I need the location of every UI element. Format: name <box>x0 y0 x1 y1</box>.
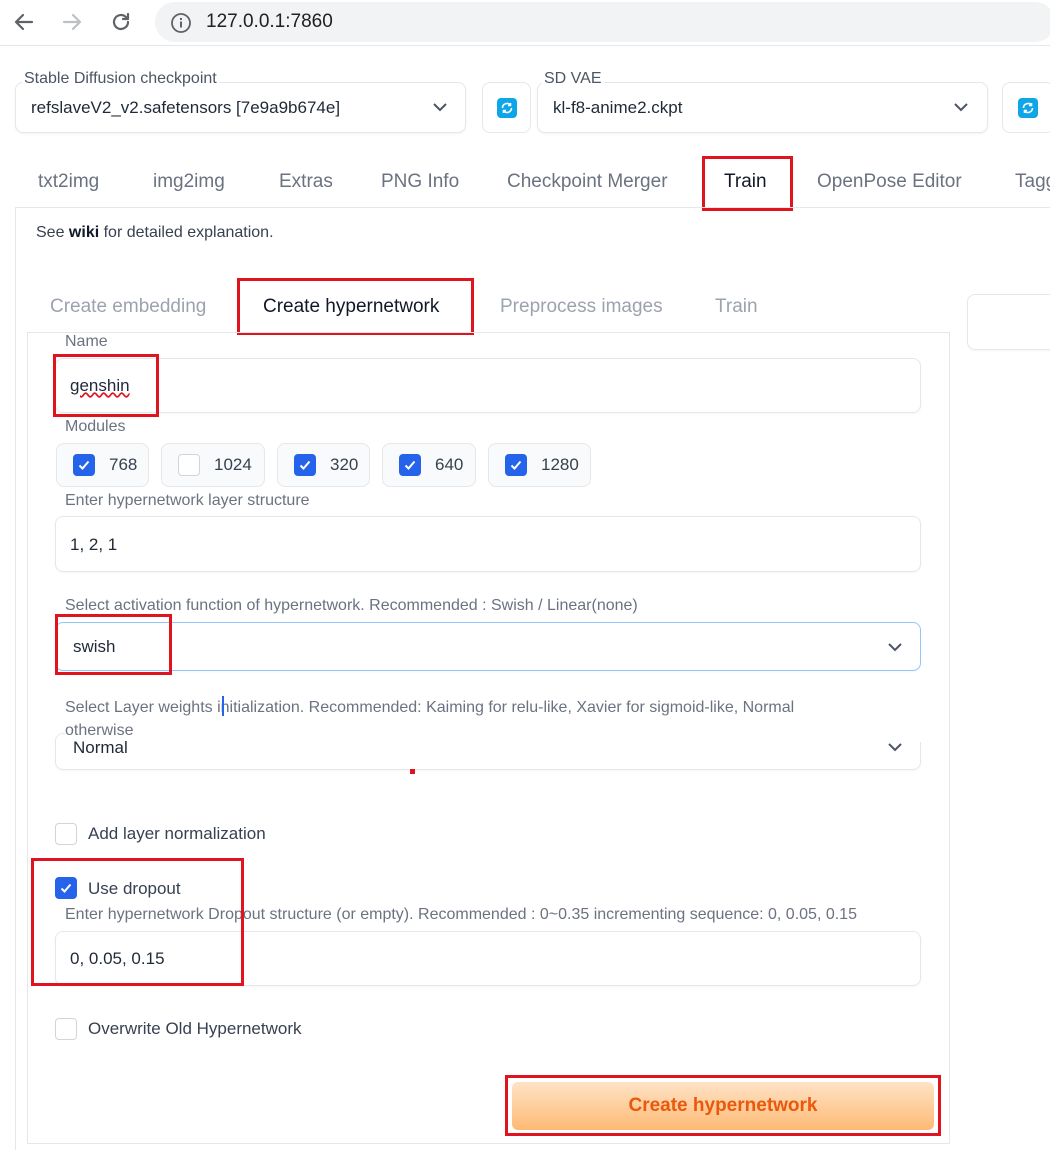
tab-tagger[interactable]: Tagg <box>1015 171 1050 193</box>
module-1024-label: 1024 <box>214 455 252 474</box>
checkbox-640[interactable] <box>399 454 421 476</box>
checkpoint-label: Stable Diffusion checkpoint <box>22 70 219 88</box>
wiki-link[interactable]: wiki <box>69 224 99 241</box>
init-value: Normal <box>73 738 128 757</box>
module-640[interactable]: 640 <box>382 443 476 487</box>
create-button-highlight <box>505 1075 941 1136</box>
chevron-down-icon <box>432 100 448 119</box>
train-tab-highlight <box>702 156 793 211</box>
tab-checkpoint-merger[interactable]: Checkpoint Merger <box>507 171 668 193</box>
tab-png-info[interactable]: PNG Info <box>381 171 459 193</box>
info-icon[interactable] <box>170 12 192 39</box>
back-arrow-icon[interactable] <box>9 7 39 37</box>
checkpoint-value: refslaveV2_v2.safetensors [7e9a9b674e] <box>31 98 341 117</box>
tab-txt2img[interactable]: txt2img <box>38 171 99 193</box>
subtab-train[interactable]: Train <box>715 296 758 318</box>
name-highlight <box>53 354 159 417</box>
layer-structure-input[interactable] <box>55 516 921 572</box>
checkpoint-refresh-button[interactable] <box>482 82 531 133</box>
dropout-highlight <box>31 858 244 986</box>
red-dot-marker <box>410 769 415 774</box>
module-640-label: 640 <box>435 455 464 474</box>
name-label: Name <box>65 333 108 350</box>
text-cursor <box>222 696 224 716</box>
modules-label: Modules <box>65 418 126 435</box>
activation-label: Select activation function of hypernetwo… <box>65 597 638 614</box>
refresh-icon <box>496 97 517 118</box>
module-768-label: 768 <box>109 455 138 474</box>
module-320[interactable]: 320 <box>277 443 370 487</box>
wiki-note-suffix: for detailed explanation. <box>103 224 274 241</box>
subtab-preprocess-images[interactable]: Preprocess images <box>500 296 663 318</box>
module-768[interactable]: 768 <box>56 443 149 487</box>
activation-highlight <box>55 614 172 675</box>
side-output-box <box>967 294 1050 350</box>
wiki-note: See wiki for detailed explanation. <box>36 224 274 242</box>
url-text[interactable]: 127.0.0.1:7860 <box>206 11 333 33</box>
create-hypernetwork-tab-highlight <box>237 278 474 335</box>
vae-value: kl-f8-anime2.ckpt <box>553 98 683 117</box>
layer-structure-label: Enter hypernetwork layer structure <box>65 492 310 509</box>
chevron-down-icon <box>953 100 969 119</box>
tab-divider <box>15 207 1050 208</box>
module-320-label: 320 <box>330 455 359 474</box>
name-input[interactable] <box>55 358 921 413</box>
activation-select[interactable] <box>55 622 921 671</box>
chevron-down-icon <box>887 640 903 659</box>
init-label-line2: otherwise <box>65 722 134 739</box>
tab-openpose-editor[interactable]: OpenPose Editor <box>817 171 962 193</box>
refresh-icon <box>1018 97 1038 118</box>
checkbox-320[interactable] <box>294 454 316 476</box>
init-label-line1: Select Layer weights initialization. Rec… <box>65 699 795 716</box>
overwrite-checkbox[interactable] <box>55 1018 77 1040</box>
forward-arrow-icon[interactable] <box>57 7 87 37</box>
checkbox-1024[interactable] <box>178 454 200 476</box>
module-1024[interactable]: 1024 <box>161 443 265 487</box>
module-1280-label: 1280 <box>541 455 579 474</box>
subtab-create-embedding[interactable]: Create embedding <box>50 296 206 318</box>
reload-icon[interactable] <box>106 7 136 37</box>
wiki-note-prefix: See <box>36 224 65 241</box>
tab-extras[interactable]: Extras <box>279 171 333 193</box>
panel-left-border <box>15 207 16 1150</box>
chevron-down-icon <box>887 740 903 759</box>
checkbox-1280[interactable] <box>505 454 527 476</box>
vae-label: SD VAE <box>542 70 604 88</box>
layer-norm-label: Add layer normalization <box>88 824 266 843</box>
module-1280[interactable]: 1280 <box>488 443 591 487</box>
overwrite-label: Overwrite Old Hypernetwork <box>88 1019 302 1038</box>
init-label: Select Layer weights initialization. Rec… <box>65 696 925 742</box>
checkbox-768[interactable] <box>73 454 95 476</box>
tab-img2img[interactable]: img2img <box>153 171 225 193</box>
layer-structure-value: 1, 2, 1 <box>70 535 118 554</box>
vae-refresh-button[interactable] <box>1002 82 1050 133</box>
layer-norm-checkbox[interactable] <box>55 823 77 845</box>
